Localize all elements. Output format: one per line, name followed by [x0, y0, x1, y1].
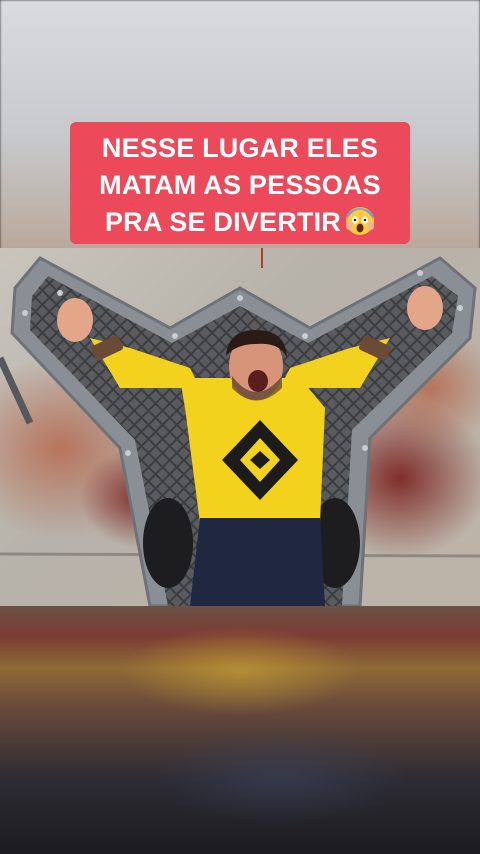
caption-line-2: MATAM AS PESSOAS: [99, 170, 381, 200]
caption-line-3: PRA SE DIVERTIR: [104, 207, 342, 237]
caption-line-3-wrap: PRA SE DIVERTIR: [80, 204, 400, 241]
open-mouth: [248, 370, 268, 392]
left-hand: [57, 298, 93, 342]
pants: [190, 518, 325, 606]
caption-line-1: NESSE LUGAR ELES: [101, 133, 379, 163]
caption-banner: NESSE LUGAR ELES MATAM AS PESSOAS PRA SE…: [70, 122, 410, 244]
screaming-face-icon: [346, 207, 375, 235]
video-frame: [0, 248, 480, 606]
scene-illustration: [0, 248, 480, 606]
blurred-background-bottom: [0, 606, 480, 854]
right-hand: [407, 286, 443, 330]
